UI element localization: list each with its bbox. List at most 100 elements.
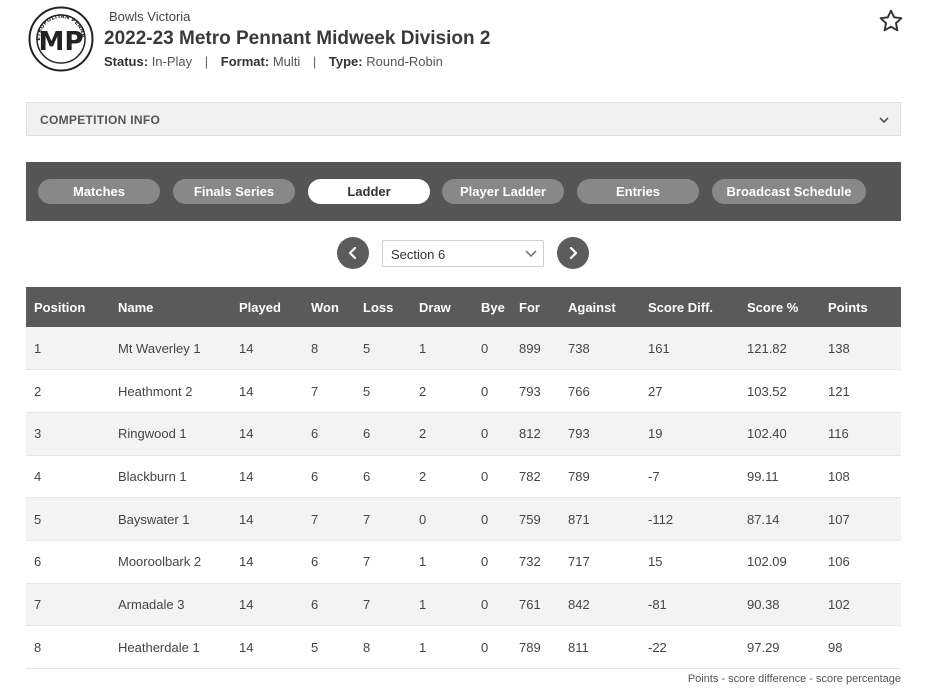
cell-bye: 0	[473, 327, 511, 371]
cell-loss: 7	[355, 497, 411, 541]
cell-team-name[interactable]: Bayswater 1	[110, 497, 231, 541]
cell-draw: 1	[411, 327, 473, 371]
cell-won: 8	[303, 327, 355, 371]
table-row[interactable]: 6 Mooroolbark 2 14 6 7 1 0 732 717 15 102.09 106	[26, 540, 901, 584]
cell-loss: 6	[355, 412, 411, 456]
column-header-draw[interactable]: Draw	[411, 287, 473, 327]
type-label: Type:	[328, 54, 363, 69]
cell-draw: 2	[411, 412, 473, 456]
cell-for: 793	[511, 369, 560, 413]
tab-player-ladder[interactable]: Player Ladder	[442, 179, 564, 204]
column-header-against[interactable]: Against	[560, 287, 640, 327]
column-header-position[interactable]: Position	[26, 287, 110, 327]
table-row[interactable]: 8 Heatherdale 1 14 5 8 1 0 789 811 -22 97.29 98	[26, 625, 901, 669]
page-title: 2022-23 Metro Pennant Midweek Division 2	[104, 28, 491, 49]
cell-team-name[interactable]: Ringwood 1	[110, 412, 231, 456]
cell-loss: 7	[355, 583, 411, 627]
cell-played: 14	[231, 583, 303, 627]
table-row[interactable]: 4 Blackburn 1 14 6 6 2 0 782 789 -7 99.11 108	[26, 455, 901, 499]
cell-position: 4	[26, 455, 110, 499]
cell-against: 717	[560, 540, 640, 584]
cell-won: 6	[303, 412, 355, 456]
cell-team-name[interactable]: Blackburn 1	[110, 455, 231, 499]
cell-score-diff: 27	[640, 369, 739, 413]
cell-score-percent: 103.52	[739, 369, 820, 413]
cell-played: 14	[231, 625, 303, 669]
cell-team-name[interactable]: Armadale 3	[110, 583, 231, 627]
cell-score-diff: -112	[640, 497, 739, 541]
competition-info-toggle[interactable]: COMPETITION INFO	[26, 102, 901, 136]
cell-score-percent: 90.38	[739, 583, 820, 627]
tab-ladder[interactable]: Ladder	[308, 179, 430, 204]
cell-draw: 2	[411, 369, 473, 413]
status-label: Status:	[104, 54, 149, 69]
cell-against: 738	[560, 327, 640, 371]
column-header-for[interactable]: For	[511, 287, 560, 327]
type-value: Round-Robin	[366, 54, 443, 69]
next-section-button[interactable]	[557, 237, 589, 269]
cell-loss: 5	[355, 327, 411, 371]
cell-played: 14	[231, 497, 303, 541]
previous-section-button[interactable]	[337, 237, 369, 269]
column-header-won[interactable]: Won	[303, 287, 355, 327]
cell-points: 98	[820, 625, 901, 669]
tab-matches[interactable]: Matches	[38, 179, 160, 204]
cell-won: 6	[303, 540, 355, 584]
star-outline-icon[interactable]	[878, 8, 904, 34]
meta-separator: |	[204, 54, 209, 69]
column-header-points[interactable]: Points	[820, 287, 901, 327]
cell-loss: 8	[355, 625, 411, 669]
chevron-down-icon	[525, 250, 537, 258]
cell-position: 7	[26, 583, 110, 627]
cell-points: 102	[820, 583, 901, 627]
ladder-header-row: Position Name Played Won Loss Draw Bye F…	[26, 287, 901, 327]
column-header-score-diff[interactable]: Score Diff.	[640, 287, 739, 327]
table-row[interactable]: 5 Bayswater 1 14 7 7 0 0 759 871 -112 87.14 107	[26, 497, 901, 541]
ladder-footnote: Points - score difference - score percen…	[687, 673, 901, 685]
format-label: Format:	[220, 54, 270, 69]
cell-won: 7	[303, 369, 355, 413]
column-header-loss[interactable]: Loss	[355, 287, 411, 327]
cell-points: 106	[820, 540, 901, 584]
cell-score-percent: 99.11	[739, 455, 820, 499]
cell-score-diff: 19	[640, 412, 739, 456]
column-header-score-percent[interactable]: Score %	[739, 287, 820, 327]
tab-entries[interactable]: Entries	[577, 179, 699, 204]
cell-position: 2	[26, 369, 110, 413]
cell-position: 8	[26, 625, 110, 669]
cell-team-name[interactable]: Heatherdale 1	[110, 625, 231, 669]
cell-for: 732	[511, 540, 560, 584]
column-header-played[interactable]: Played	[231, 287, 303, 327]
cell-won: 5	[303, 625, 355, 669]
table-row[interactable]: 1 Mt Waverley 1 14 8 5 1 0 899 738 161 121.82 138	[26, 327, 901, 371]
tab-finals-series[interactable]: Finals Series	[173, 179, 295, 204]
tab-bar: Matches Finals Series Ladder Player Ladd…	[26, 162, 901, 221]
cell-score-diff: -22	[640, 625, 739, 669]
column-header-name[interactable]: Name	[110, 287, 231, 327]
table-row[interactable]: 3 Ringwood 1 14 6 6 2 0 812 793 19 102.40 116	[26, 412, 901, 456]
cell-score-percent: 102.09	[739, 540, 820, 584]
competition-info-label: COMPETITION INFO	[40, 113, 161, 127]
cell-position: 5	[26, 497, 110, 541]
cell-score-percent: 102.40	[739, 412, 820, 456]
chevron-left-icon	[348, 246, 357, 260]
cell-team-name[interactable]: Mooroolbark 2	[110, 540, 231, 584]
cell-team-name[interactable]: Heathmont 2	[110, 369, 231, 413]
tab-broadcast-schedule[interactable]: Broadcast Schedule	[712, 179, 866, 204]
column-header-bye[interactable]: Bye	[473, 287, 511, 327]
cell-for: 899	[511, 327, 560, 371]
cell-score-diff: 161	[640, 327, 739, 371]
chevron-right-icon	[569, 246, 578, 260]
svg-text:MP: MP	[39, 27, 84, 57]
section-select[interactable]: Section 6	[382, 240, 544, 267]
table-row[interactable]: 7 Armadale 3 14 6 7 1 0 761 842 -81 90.38 102	[26, 583, 901, 627]
cell-bye: 0	[473, 583, 511, 627]
ladder-body: 1 Mt Waverley 1 14 8 5 1 0 899 738 161 121.82 138 2 H…	[26, 327, 901, 669]
table-row[interactable]: 2 Heathmont 2 14 7 5 2 0 793 766 27 103.52 121	[26, 369, 901, 413]
cell-team-name[interactable]: Mt Waverley 1	[110, 327, 231, 371]
cell-points: 108	[820, 455, 901, 499]
cell-against: 793	[560, 412, 640, 456]
cell-draw: 2	[411, 455, 473, 499]
cell-position: 1	[26, 327, 110, 371]
cell-score-diff: -7	[640, 455, 739, 499]
